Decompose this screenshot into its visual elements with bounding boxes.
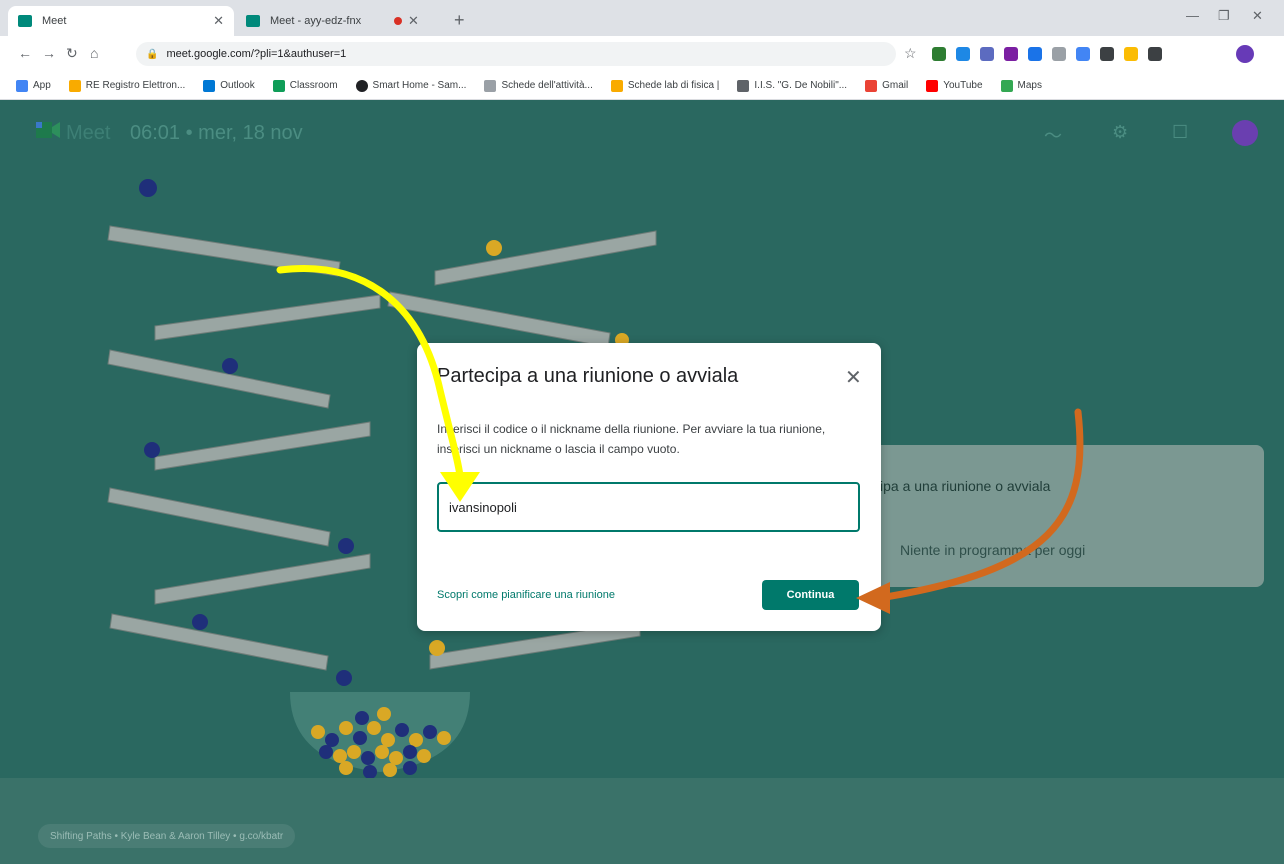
gmail-icon xyxy=(865,79,878,92)
bookmark-smart-home[interactable]: Smart Home - Sam... xyxy=(355,79,466,92)
app-name: Meet xyxy=(66,122,111,144)
bookmark-gmail[interactable]: Gmail xyxy=(865,79,908,92)
page-footer xyxy=(0,778,1284,864)
browser-toolbar: ← → ↻ ⌂ 🔒 meet.google.com/?pli=1&authuse… xyxy=(0,36,1284,72)
join-card-background: ipa a una riunione o avviala Niente in p… xyxy=(862,445,1264,587)
outlook-icon xyxy=(203,79,216,92)
bookmark-registro[interactable]: RE Registro Elettron... xyxy=(68,79,185,92)
address-bar[interactable]: 🔒 meet.google.com/?pli=1&authuser=1 xyxy=(136,42,896,66)
bookmark-icon xyxy=(68,79,81,92)
bookmark-youtube[interactable]: YouTube xyxy=(926,79,983,92)
youtube-icon xyxy=(926,79,939,92)
meet-page: Meet 06:01 • mer, 18 nov 〜 ⚙ ☐ ipa a una… xyxy=(0,100,1284,864)
reload-icon[interactable]: ↻ xyxy=(66,45,78,62)
extension-icon[interactable] xyxy=(956,47,970,61)
bookmark-iis[interactable]: I.I.S. "G. De Nobili"... xyxy=(737,79,847,92)
maps-icon xyxy=(1000,79,1013,92)
apps-grid-icon xyxy=(16,79,28,92)
dialog-description: Inserisci il codice o il nickname della … xyxy=(437,422,826,456)
account-avatar[interactable] xyxy=(1232,120,1258,146)
close-icon[interactable]: ✕ xyxy=(845,365,862,390)
background-credits[interactable]: Shifting Paths • Kyle Bean & Aaron Tille… xyxy=(38,824,296,848)
smart-home-icon xyxy=(355,79,368,92)
forward-icon[interactable]: → xyxy=(42,45,56,61)
tab-title: Meet - ayy-edz-fnx xyxy=(270,15,362,27)
extension-icon[interactable] xyxy=(932,47,946,61)
google-meet-logo-icon xyxy=(36,122,60,138)
extension-icon[interactable] xyxy=(1004,47,1018,61)
new-tab-button[interactable]: + xyxy=(454,10,465,31)
browser-tab-strip: Meet ✕ Meet - ayy-edz-fnx ✕ + — ❐ ✕ xyxy=(0,0,1284,36)
join-card-text: ipa a una riunione o avviala xyxy=(880,478,1051,494)
extension-icon[interactable] xyxy=(980,47,994,61)
tab-title: Meet xyxy=(42,15,67,27)
tab-meet[interactable]: Meet ✕ xyxy=(8,6,234,36)
lab-icon xyxy=(610,79,623,92)
bookmark-schede[interactable]: Schede dell'attività... xyxy=(484,79,593,92)
bookmark-app[interactable]: App xyxy=(16,79,51,92)
extension-icon[interactable] xyxy=(1076,47,1090,61)
feedback-icon[interactable]: ☐ xyxy=(1172,122,1188,143)
tab-recording[interactable]: ✕ xyxy=(384,6,440,36)
school-icon xyxy=(737,79,750,92)
close-tab-icon[interactable]: ✕ xyxy=(213,13,224,29)
schede-icon xyxy=(484,79,497,92)
bookmark-lab-fisica[interactable]: Schede lab di fisica | xyxy=(610,79,719,92)
extension-icon[interactable] xyxy=(1124,47,1138,61)
back-icon[interactable]: ← xyxy=(18,45,32,61)
classroom-icon xyxy=(272,79,285,92)
extension-icon[interactable] xyxy=(1028,47,1042,61)
join-meeting-dialog: Partecipa a una riunione o avviala ✕ Ins… xyxy=(417,343,881,631)
recording-icon xyxy=(394,17,402,25)
close-tab-icon[interactable]: ✕ xyxy=(408,13,419,29)
profile-avatar[interactable] xyxy=(1236,45,1254,63)
bookmark-star-icon[interactable]: ☆ xyxy=(904,45,917,62)
minimize-icon[interactable]: — xyxy=(1186,8,1199,23)
bookmark-outlook[interactable]: Outlook xyxy=(203,79,255,92)
settings-icon[interactable]: ⚙ xyxy=(1112,122,1128,143)
activity-icon[interactable]: 〜 xyxy=(1044,122,1062,148)
home-icon[interactable]: ⌂ xyxy=(90,45,98,61)
meeting-code-input[interactable] xyxy=(437,482,860,532)
tab-meet-call[interactable]: Meet - ayy-edz-fnx xyxy=(236,6,380,36)
extension-icon[interactable] xyxy=(1148,47,1162,61)
header-time-date: 06:01 • mer, 18 nov xyxy=(130,122,303,144)
lock-icon: 🔒 xyxy=(146,48,159,60)
schedule-meeting-link[interactable]: Scopri come pianificare una riunione xyxy=(437,589,615,601)
extension-icon[interactable] xyxy=(1052,47,1066,61)
dialog-title: Partecipa a una riunione o avviala xyxy=(437,365,739,387)
bookmarks-bar: App RE Registro Elettron... Outlook Clas… xyxy=(0,72,1284,100)
close-window-icon[interactable]: ✕ xyxy=(1252,8,1263,24)
extension-icon[interactable] xyxy=(1100,47,1114,61)
bookmark-classroom[interactable]: Classroom xyxy=(272,79,338,92)
address-text: meet.google.com/?pli=1&authuser=1 xyxy=(166,48,347,60)
continue-button[interactable]: Continua xyxy=(762,580,859,610)
google-meet-icon xyxy=(18,15,32,27)
schedule-empty-text: Niente in programma per oggi xyxy=(900,542,1086,558)
bookmark-maps[interactable]: Maps xyxy=(1000,79,1042,92)
google-meet-icon xyxy=(246,15,260,27)
maximize-icon[interactable]: ❐ xyxy=(1218,8,1230,24)
